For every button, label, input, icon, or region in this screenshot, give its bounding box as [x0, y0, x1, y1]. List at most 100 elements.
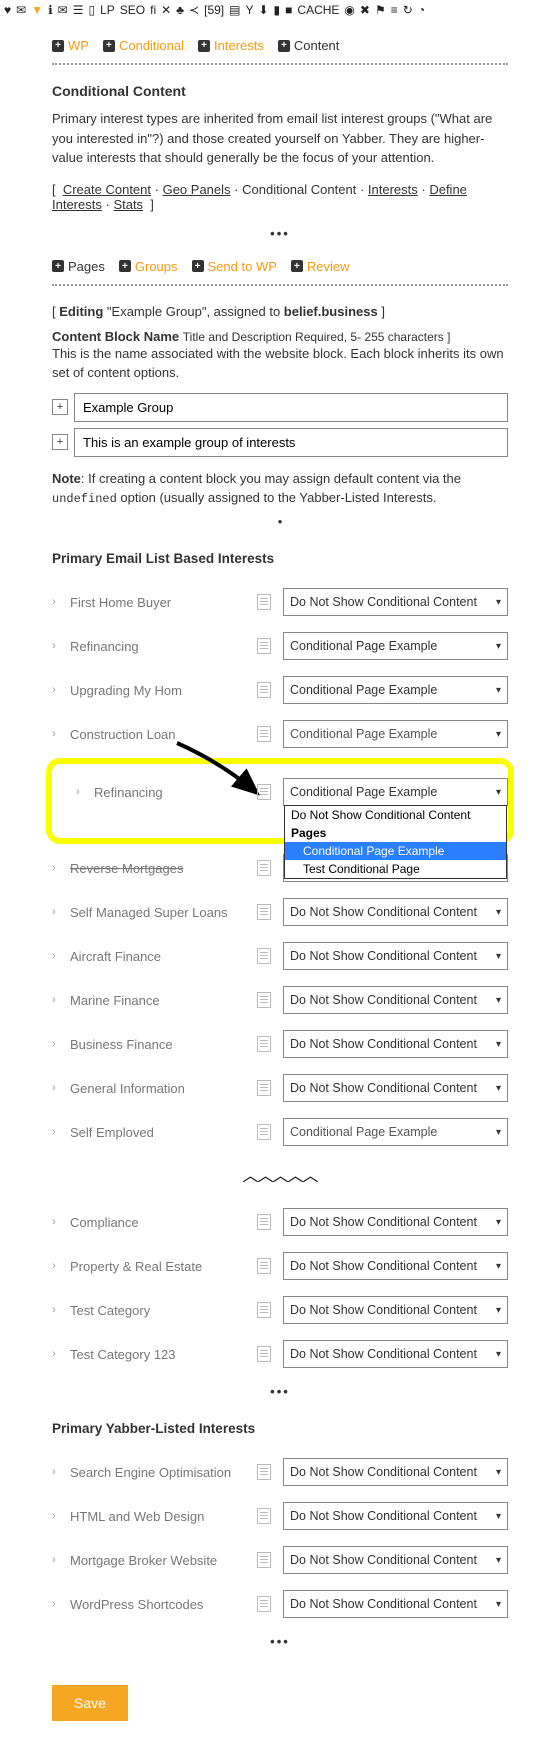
fork-icon[interactable]: Y: [245, 3, 253, 17]
tab-send[interactable]: +Send to WP: [192, 259, 277, 274]
fi-icon[interactable]: fi: [150, 3, 156, 17]
tab-review[interactable]: +Review: [291, 259, 350, 274]
interest-select[interactable]: Conditional Page Example▾: [283, 1118, 508, 1146]
document-icon[interactable]: [257, 948, 271, 964]
chevron-down-icon: ▾: [496, 995, 501, 1006]
document-icon[interactable]: [257, 1080, 271, 1096]
tab-pages[interactable]: +Pages: [52, 259, 105, 274]
gauge-icon[interactable]: ◉: [344, 3, 354, 17]
lp-label[interactable]: LP: [100, 3, 115, 17]
shuffle-icon[interactable]: ✕: [161, 3, 171, 17]
interest-select-open[interactable]: Conditional Page Example▾ Do Not Show Co…: [283, 778, 508, 806]
interest-select[interactable]: Do Not Show Conditional Content▾: [283, 942, 508, 970]
interest-select[interactable]: Conditional Page Example▾: [283, 676, 508, 704]
film-icon[interactable]: ▮: [274, 3, 281, 17]
interest-select[interactable]: Do Not Show Conditional Content▾: [283, 588, 508, 616]
interest-select[interactable]: Do Not Show Conditional Content▾: [283, 1502, 508, 1530]
interest-row-highlighted: › Refinancing Conditional Page Example▾ …: [58, 770, 508, 814]
bullets-icon[interactable]: ≡: [391, 3, 398, 17]
document-icon[interactable]: [257, 594, 271, 610]
document-icon[interactable]: [257, 1214, 271, 1230]
seo-label[interactable]: SEO: [120, 3, 145, 17]
shield-icon[interactable]: ♥: [4, 3, 11, 17]
crumb-interests[interactable]: Interests: [368, 182, 418, 197]
document-icon[interactable]: [257, 1258, 271, 1274]
info-icon[interactable]: ℹ: [48, 3, 53, 17]
interest-select[interactable]: Do Not Show Conditional Content▾: [283, 1074, 508, 1102]
dropdown-option[interactable]: Test Conditional Page: [285, 860, 506, 878]
document-icon[interactable]: [257, 726, 271, 742]
interest-select[interactable]: Do Not Show Conditional Content▾: [283, 1252, 508, 1280]
video-icon[interactable]: ■: [285, 3, 292, 17]
block-desc-input[interactable]: [74, 428, 508, 457]
interest-select[interactable]: Do Not Show Conditional Content▾: [283, 1458, 508, 1486]
expand-icon[interactable]: +: [52, 434, 68, 450]
block-name-label: Content Block Name Title and Description…: [52, 329, 508, 344]
tab-content[interactable]: +Content: [278, 38, 340, 53]
crumb-stats[interactable]: Stats: [113, 197, 143, 212]
flag-icon[interactable]: ⚑: [375, 3, 386, 17]
interest-select[interactable]: Do Not Show Conditional Content▾: [283, 1590, 508, 1618]
interest-select[interactable]: Conditional Page Example▾: [283, 632, 508, 660]
document-icon[interactable]: [257, 784, 271, 800]
mail-icon[interactable]: ✉: [16, 3, 26, 17]
ellipsis: •••: [52, 1634, 508, 1649]
tab-groups[interactable]: +Groups: [119, 259, 178, 274]
redo-icon[interactable]: ↻: [403, 3, 413, 17]
share-icon[interactable]: ≺: [189, 3, 199, 17]
interest-select[interactable]: Do Not Show Conditional Content▾: [283, 1340, 508, 1368]
doc-icon[interactable]: ▯: [88, 3, 95, 17]
document-icon[interactable]: [257, 1596, 271, 1612]
interest-label: Reverse Mortgages: [70, 861, 247, 876]
tab-interests[interactable]: +Interests: [198, 38, 264, 53]
tab-conditional[interactable]: +Conditional: [103, 38, 184, 53]
download-icon[interactable]: ⬇: [258, 3, 268, 17]
interest-row: › Property & Real Estate Do Not Show Con…: [52, 1244, 508, 1288]
interest-select[interactable]: Do Not Show Conditional Content▾: [283, 986, 508, 1014]
outbox-icon[interactable]: ✉: [58, 3, 68, 17]
plus-icon: +: [52, 260, 64, 272]
interest-label: WordPress Shortcodes: [70, 1597, 247, 1612]
document-icon[interactable]: [257, 1302, 271, 1318]
crumb-create[interactable]: Create Content: [63, 182, 151, 197]
crumb-geo[interactable]: Geo Panels: [163, 182, 231, 197]
document-icon[interactable]: [257, 1124, 271, 1140]
interest-select[interactable]: Do Not Show Conditional Content▾: [283, 1546, 508, 1574]
cache-label[interactable]: CACHE: [297, 3, 339, 17]
save-button[interactable]: Save: [52, 1685, 128, 1721]
document-icon[interactable]: [257, 682, 271, 698]
admin-toolbar[interactable]: ♥ ✉ ▼ ℹ ✉ ☰ ▯ LP SEO fi ✕ ♣ ≺ [59] ▤ Y ⬇…: [0, 0, 560, 20]
chevron-icon: ›: [52, 1554, 60, 1566]
chevron-icon: ›: [52, 1304, 60, 1316]
block-title-input[interactable]: [74, 393, 508, 422]
interest-select[interactable]: Do Not Show Conditional Content▾: [283, 1296, 508, 1324]
dropdown-option[interactable]: Do Not Show Conditional Content: [285, 806, 506, 824]
badge-count[interactable]: [59]: [204, 3, 224, 17]
document-icon[interactable]: [257, 1508, 271, 1524]
document-icon[interactable]: [257, 1552, 271, 1568]
document-icon[interactable]: [257, 1036, 271, 1052]
chevron-icon: ›: [52, 1598, 60, 1610]
funnel-icon[interactable]: ▼: [31, 3, 43, 17]
dropdown-option[interactable]: Conditional Page Example: [285, 842, 506, 860]
tools-icon[interactable]: ✖: [360, 3, 370, 17]
image-icon[interactable]: ▤: [229, 3, 240, 17]
document-icon[interactable]: [257, 860, 271, 876]
pie-icon[interactable]: ◔: [418, 3, 425, 17]
interest-select[interactable]: Conditional Page Example▾: [283, 720, 508, 748]
interest-select[interactable]: Do Not Show Conditional Content▾: [283, 1208, 508, 1236]
document-icon[interactable]: [257, 904, 271, 920]
yabber-interests-title: Primary Yabber-Listed Interests: [52, 1421, 508, 1436]
tab-wp[interactable]: +WP: [52, 38, 89, 53]
list-icon[interactable]: ☰: [73, 3, 84, 17]
dropdown-option[interactable]: Pages: [285, 824, 506, 842]
user-icon[interactable]: ♣: [176, 3, 184, 17]
interest-select[interactable]: Do Not Show Conditional Content▾: [283, 898, 508, 926]
document-icon[interactable]: [257, 1346, 271, 1362]
document-icon[interactable]: [257, 992, 271, 1008]
document-icon[interactable]: [257, 638, 271, 654]
expand-icon[interactable]: +: [52, 399, 68, 415]
document-icon[interactable]: [257, 1464, 271, 1480]
interest-label: Property & Real Estate: [70, 1259, 247, 1274]
interest-select[interactable]: Do Not Show Conditional Content▾: [283, 1030, 508, 1058]
